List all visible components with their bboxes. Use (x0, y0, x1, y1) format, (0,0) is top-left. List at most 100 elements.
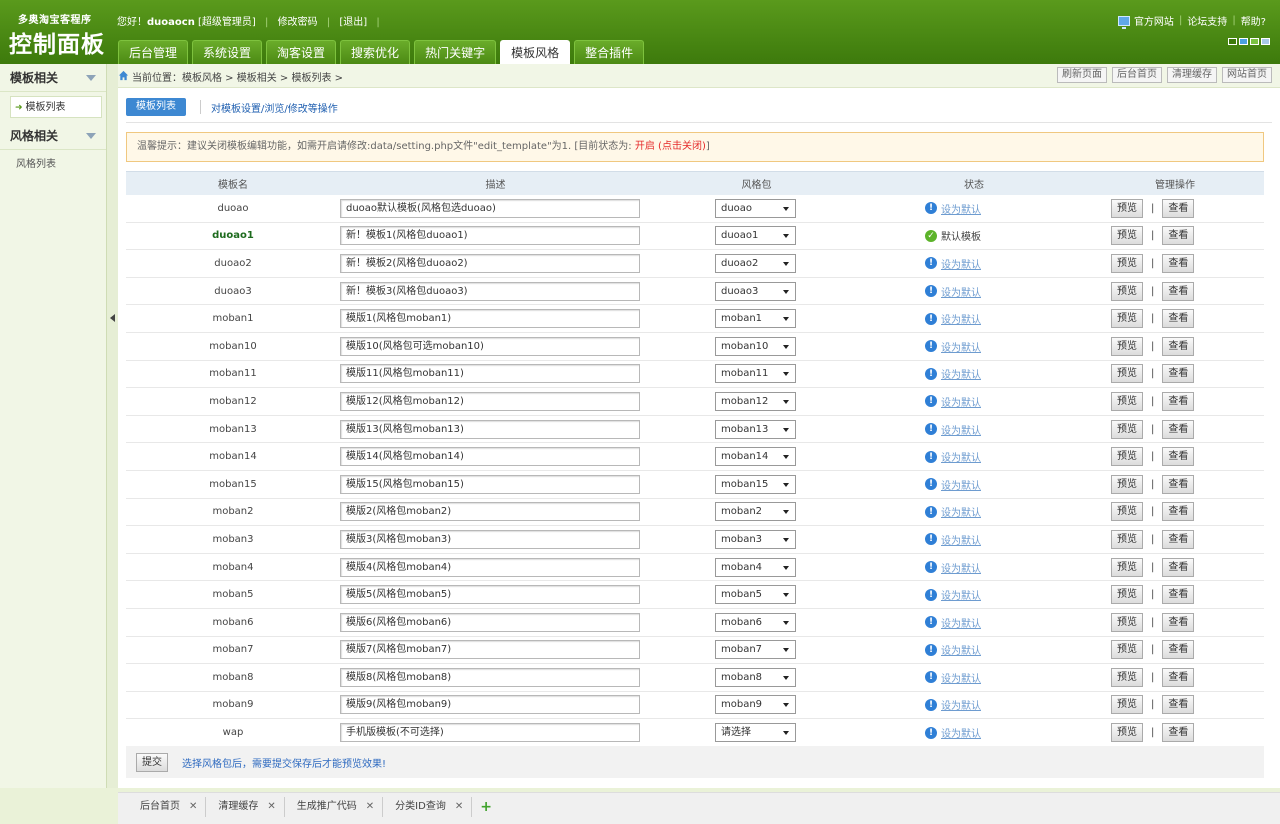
preview-button[interactable]: 预览 (1111, 695, 1143, 715)
tab-seo[interactable]: 搜索优化 (340, 40, 411, 64)
set-default-link[interactable]: 设为默认 (941, 587, 981, 602)
view-button[interactable]: 查看 (1162, 612, 1195, 632)
view-button[interactable]: 查看 (1162, 723, 1195, 743)
style-package-select[interactable]: moban12 (715, 391, 796, 411)
style-package-select[interactable]: 请选择 (715, 723, 796, 743)
description-input[interactable]: 模版15(风格包moban15) (340, 474, 640, 494)
preview-button[interactable]: 预览 (1111, 253, 1143, 273)
set-default-link[interactable]: 设为默认 (941, 477, 981, 492)
description-input[interactable]: 模版12(风格包moban12) (340, 391, 640, 411)
set-default-link[interactable]: 设为默认 (941, 394, 981, 409)
description-input[interactable]: 模版9(风格包moban9) (340, 695, 640, 715)
preview-button[interactable]: 预览 (1111, 419, 1143, 439)
tab-templates[interactable]: 模板风格 (500, 40, 571, 64)
set-default-link[interactable]: 设为默认 (941, 339, 981, 354)
sidebar-group-templates[interactable]: 模板相关 (0, 64, 106, 92)
description-input[interactable]: 模版14(风格包moban14) (340, 447, 640, 467)
subtab-template-list[interactable]: 模板列表 (126, 98, 186, 116)
view-button[interactable]: 查看 (1162, 640, 1195, 660)
view-button[interactable]: 查看 (1162, 253, 1195, 273)
close-icon[interactable]: ✕ (366, 797, 374, 817)
style-package-select[interactable]: moban9 (715, 695, 796, 715)
description-input[interactable]: 模版2(风格包moban2) (340, 502, 640, 522)
tab-plugins[interactable]: 整合插件 (574, 40, 645, 64)
view-button[interactable]: 查看 (1162, 695, 1195, 715)
view-button[interactable]: 查看 (1162, 226, 1195, 246)
skin-blue-icon[interactable] (1239, 38, 1248, 45)
shortcut-admin-home[interactable]: 后台首页 ✕ (128, 797, 207, 817)
admin-home-button[interactable]: 后台首页 (1112, 67, 1162, 83)
change-password-link[interactable]: 修改密码 (278, 17, 318, 28)
view-button[interactable]: 查看 (1162, 198, 1195, 218)
set-default-link[interactable]: 设为默认 (941, 697, 981, 712)
style-package-select[interactable]: moban11 (715, 364, 796, 384)
preview-button[interactable]: 预览 (1111, 612, 1143, 632)
skin-green-icon[interactable] (1228, 38, 1237, 45)
preview-button[interactable]: 预览 (1111, 640, 1143, 660)
forum-link[interactable]: 论坛支持 (1187, 13, 1227, 28)
tab-taoke[interactable]: 淘客设置 (266, 40, 337, 64)
preview-button[interactable]: 预览 (1111, 474, 1143, 494)
shortcut-promo-code[interactable]: 生成推广代码 ✕ (285, 797, 384, 817)
preview-button[interactable]: 预览 (1111, 336, 1143, 356)
style-package-select[interactable]: moban1 (715, 309, 796, 329)
style-package-select[interactable]: moban6 (715, 612, 796, 632)
style-package-select[interactable]: moban8 (715, 667, 796, 687)
preview-button[interactable]: 预览 (1111, 226, 1143, 246)
add-shortcut-icon[interactable]: + (472, 797, 500, 817)
preview-button[interactable]: 预览 (1111, 198, 1143, 218)
set-default-link[interactable]: 设为默认 (941, 670, 981, 685)
description-input[interactable]: 新！模板3(风格包duoao3) (340, 281, 640, 301)
set-default-link[interactable]: 设为默认 (941, 560, 981, 575)
style-package-select[interactable]: moban15 (715, 474, 796, 494)
preview-button[interactable]: 预览 (1111, 281, 1143, 301)
set-default-link[interactable]: 设为默认 (941, 422, 981, 437)
set-default-link[interactable]: 设为默认 (941, 256, 981, 271)
style-package-select[interactable]: moban14 (715, 447, 796, 467)
preview-button[interactable]: 预览 (1111, 447, 1143, 467)
preview-button[interactable]: 预览 (1111, 667, 1143, 687)
view-button[interactable]: 查看 (1162, 474, 1195, 494)
tab-system[interactable]: 系统设置 (192, 40, 263, 64)
style-package-select[interactable]: moban4 (715, 557, 796, 577)
preview-button[interactable]: 预览 (1111, 723, 1143, 743)
site-home-button[interactable]: 网站首页 (1222, 67, 1272, 83)
view-button[interactable]: 查看 (1162, 667, 1195, 687)
view-button[interactable]: 查看 (1162, 447, 1195, 467)
style-package-select[interactable]: duoao1 (715, 226, 796, 246)
preview-button[interactable]: 预览 (1111, 529, 1143, 549)
style-package-select[interactable]: moban13 (715, 419, 796, 439)
description-input[interactable]: 模版8(风格包moban8) (340, 667, 640, 687)
submit-button[interactable]: 提交 (136, 752, 168, 772)
style-package-select[interactable]: duoao3 (715, 281, 796, 301)
view-button[interactable]: 查看 (1162, 281, 1195, 301)
description-input[interactable]: 新！模板1(风格包duoao1) (340, 226, 640, 246)
style-package-select[interactable]: moban10 (715, 336, 796, 356)
description-input[interactable]: 手机版模板(不可选择) (340, 723, 640, 743)
set-default-link[interactable]: 设为默认 (941, 532, 981, 547)
view-button[interactable]: 查看 (1162, 419, 1195, 439)
official-site-link[interactable]: 官方网站 (1134, 13, 1174, 28)
description-input[interactable]: 模版7(风格包moban7) (340, 640, 640, 660)
tab-admin[interactable]: 后台管理 (118, 40, 189, 64)
set-default-link[interactable]: 设为默认 (941, 201, 981, 216)
skin-lime-icon[interactable] (1250, 38, 1259, 45)
tab-hot-keywords[interactable]: 热门关键字 (414, 40, 497, 64)
set-default-link[interactable]: 设为默认 (941, 311, 981, 326)
shortcut-clear-cache[interactable]: 清理缓存 ✕ (206, 797, 285, 817)
description-input[interactable]: 模版13(风格包moban13) (340, 419, 640, 439)
style-package-select[interactable]: moban7 (715, 640, 796, 660)
description-input[interactable]: 模版10(风格包可选moban10) (340, 336, 640, 356)
skin-light-icon[interactable] (1261, 38, 1270, 45)
template-operations-link[interactable]: 对模板设置/浏览/修改等操作 (211, 100, 338, 115)
shortcut-category-id[interactable]: 分类ID查询 ✕ (383, 797, 473, 817)
view-button[interactable]: 查看 (1162, 336, 1195, 356)
preview-button[interactable]: 预览 (1111, 391, 1143, 411)
style-package-select[interactable]: duoao2 (715, 253, 796, 273)
set-default-link[interactable]: 设为默认 (941, 504, 981, 519)
set-default-link[interactable]: 设为默认 (941, 725, 981, 740)
sidebar-group-styles[interactable]: 风格相关 (0, 122, 106, 150)
set-default-link[interactable]: 设为默认 (941, 284, 981, 299)
description-input[interactable]: 模版1(风格包moban1) (340, 309, 640, 329)
view-button[interactable]: 查看 (1162, 557, 1195, 577)
